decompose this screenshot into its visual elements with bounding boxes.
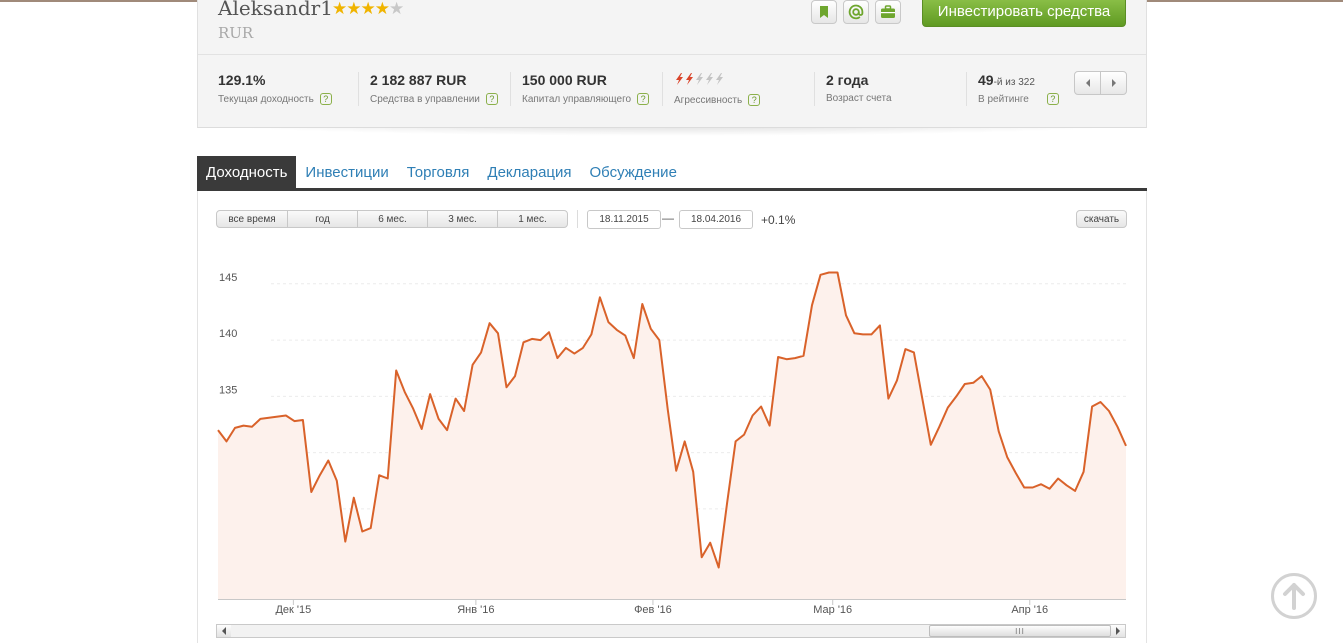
lightning-inactive-icon bbox=[716, 73, 723, 85]
metric-age-label: Возраст счета bbox=[826, 93, 892, 104]
metric-yield: 129.1% Текущая доходность? bbox=[218, 72, 332, 105]
x-tick-label: Апр '16 bbox=[1011, 604, 1048, 615]
y-tick-label: 140 bbox=[219, 328, 237, 340]
bookmark-icon bbox=[820, 6, 828, 18]
metric-rank-label: В рейтинге bbox=[978, 93, 1029, 105]
metric-aggression-label: Агрессивность bbox=[674, 94, 743, 106]
metric-age: 2 года Возраст счета bbox=[826, 72, 892, 104]
trader-name[interactable]: Aleksandr1 bbox=[218, 0, 333, 20]
metric-divider bbox=[966, 72, 967, 106]
lightning-inactive-icon bbox=[706, 73, 713, 85]
y-tick-label: 135 bbox=[219, 384, 237, 396]
star-icon: ★ bbox=[332, 0, 347, 18]
range-selector: все время год 6 мес. 3 мес. 1 мес. bbox=[216, 210, 568, 228]
scroll-left-button[interactable] bbox=[217, 625, 231, 637]
metric-divider bbox=[662, 72, 663, 106]
metric-capital-label: Капитал управляющего bbox=[522, 93, 632, 105]
bookmark-button[interactable] bbox=[811, 0, 837, 24]
tab-declaration[interactable]: Декларация bbox=[478, 156, 580, 189]
help-icon[interactable]: ? bbox=[748, 94, 761, 106]
metric-divider bbox=[358, 72, 359, 106]
tab-trading[interactable]: Торговля bbox=[398, 156, 479, 189]
x-tick-label: Янв '16 bbox=[457, 604, 494, 615]
triangle-left-icon bbox=[222, 627, 226, 635]
lightning-active-icon bbox=[676, 73, 683, 85]
scroll-right-button[interactable] bbox=[1111, 625, 1125, 637]
invest-button[interactable]: Инвестировать средства bbox=[922, 0, 1126, 27]
arrow-up-icon bbox=[1283, 583, 1305, 610]
star-icon: ★ bbox=[374, 0, 390, 18]
metric-capital: 150 000 RUR Капитал управляющего? bbox=[522, 72, 650, 105]
metric-rank-suffix: -й из 322 bbox=[993, 77, 1035, 88]
date-range-dash: — bbox=[662, 211, 674, 225]
help-icon[interactable]: ? bbox=[319, 93, 332, 105]
metric-funds-value: 2 182 887 RUR bbox=[370, 72, 467, 88]
range-year-button[interactable]: год bbox=[287, 211, 357, 227]
chevron-right-icon bbox=[1111, 79, 1116, 87]
metric-age-value: 2 года bbox=[826, 72, 869, 88]
prev-trader-button[interactable] bbox=[1075, 72, 1100, 94]
tab-discussion[interactable]: Обсуждение bbox=[581, 156, 686, 189]
tab-investments[interactable]: Инвестиции bbox=[296, 156, 397, 189]
metrics-divider bbox=[198, 54, 1146, 55]
lightning-icons bbox=[676, 73, 723, 85]
range-all-button[interactable]: все время bbox=[217, 211, 287, 227]
scroll-to-top-button[interactable] bbox=[1271, 573, 1317, 619]
metric-yield-value: 129.1% bbox=[218, 72, 266, 88]
star-half-icon: ★ bbox=[389, 0, 404, 18]
controls-divider bbox=[577, 210, 578, 228]
period-change: +0.1% bbox=[761, 213, 796, 227]
help-icon[interactable]: ? bbox=[637, 93, 650, 105]
metric-funds: 2 182 887 RUR Средства в управлении? bbox=[370, 72, 498, 105]
metric-divider bbox=[814, 72, 815, 106]
briefcase-icon bbox=[881, 5, 895, 18]
metric-rank-value: 49 bbox=[978, 72, 994, 88]
help-icon[interactable]: ? bbox=[1046, 93, 1059, 105]
metric-rank: 49-й из 322 В рейтинге? bbox=[978, 72, 1059, 105]
x-tick-label: Мар '16 bbox=[813, 604, 852, 615]
portfolio-button[interactable] bbox=[875, 0, 901, 24]
email-button[interactable] bbox=[843, 0, 869, 24]
chart-scrollbar[interactable]: III bbox=[216, 624, 1126, 638]
yield-chart[interactable]: 120125130135140145Дек '15Янв '16Фев '16М… bbox=[197, 240, 1137, 615]
metric-aggression: Агрессивность? bbox=[674, 72, 761, 106]
tab-yield[interactable]: Доходность bbox=[197, 156, 297, 189]
section-tabs: Доходность Инвестиции Торговля Деклараци… bbox=[197, 156, 686, 189]
x-tick-label: Фев '16 bbox=[634, 604, 672, 615]
metric-divider bbox=[510, 72, 511, 106]
range-1m-button[interactable]: 1 мес. bbox=[497, 211, 567, 227]
aggression-bolts bbox=[674, 72, 760, 89]
lightning-inactive-icon bbox=[696, 73, 703, 85]
date-to-input[interactable]: 18.04.2016 bbox=[679, 210, 753, 229]
x-tick-label: Дек '15 bbox=[275, 604, 311, 615]
metric-capital-value: 150 000 RUR bbox=[522, 72, 607, 88]
metric-yield-label: Текущая доходность bbox=[218, 93, 314, 105]
trader-pager bbox=[1074, 71, 1127, 95]
range-3m-button[interactable]: 3 мес. bbox=[427, 211, 497, 227]
download-button[interactable]: скачать bbox=[1076, 210, 1127, 228]
chevron-left-icon bbox=[1085, 79, 1090, 87]
y-tick-label: 145 bbox=[219, 272, 237, 284]
help-icon[interactable]: ? bbox=[485, 93, 498, 105]
metric-funds-label: Средства в управлении bbox=[370, 93, 480, 105]
star-icon: ★ bbox=[346, 0, 361, 18]
scroll-thumb[interactable]: III bbox=[929, 625, 1111, 637]
triangle-right-icon bbox=[1116, 627, 1120, 635]
star-icon: ★ bbox=[360, 0, 376, 18]
date-from-input[interactable]: 18.11.2015 bbox=[587, 210, 661, 229]
range-6m-button[interactable]: 6 мес. bbox=[357, 211, 427, 227]
at-sign-icon bbox=[848, 4, 864, 20]
lightning-active-icon bbox=[686, 73, 693, 85]
rating-stars: ★★★★★ bbox=[332, 0, 404, 19]
account-currency: RUR bbox=[218, 24, 254, 42]
next-trader-button[interactable] bbox=[1100, 72, 1126, 94]
